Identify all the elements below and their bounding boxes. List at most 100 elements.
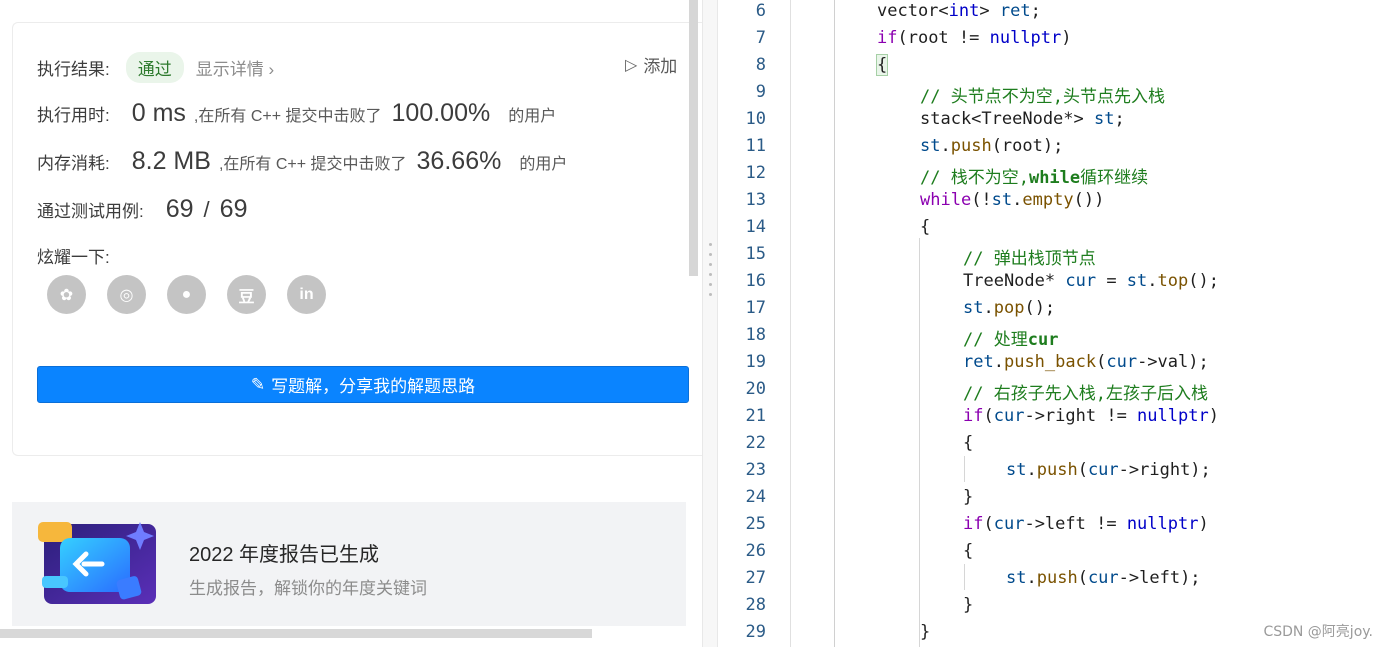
line-number: 27	[745, 568, 766, 588]
code-line: }	[963, 595, 974, 615]
code-line: st.push(cur->left);	[1006, 568, 1201, 588]
memory-value: 8.2 MB	[131, 147, 211, 175]
add-note-label: 添加	[643, 57, 678, 76]
line-number: 6	[755, 1, 766, 21]
code-line: vector<int> ret;	[877, 1, 1041, 21]
tests-passed: 69	[165, 195, 194, 223]
line-number: 14	[745, 217, 766, 237]
annual-report-card[interactable]: 2022 年度报告已生成 生成报告，解锁你的年度关键词	[12, 502, 686, 626]
line-number: 20	[745, 379, 766, 399]
code-line: st.push(cur->right);	[1006, 460, 1211, 480]
code-line: st.push(root);	[920, 136, 1064, 156]
submission-result-panel: 执行结果: 通过 显示详情 › ▷ 添加 执行用时: 0 ms ,在所有 C++…	[0, 0, 702, 647]
code-line: }	[920, 622, 931, 642]
line-number: 19	[745, 352, 766, 372]
tests-label: 通过测试用例:	[37, 202, 144, 221]
drag-handle-icon	[709, 243, 712, 296]
line-number: 18	[745, 325, 766, 345]
tests-row: 通过测试用例: 69 / 69	[37, 195, 257, 224]
memory-percent: 36.66%	[416, 147, 502, 175]
code-line: if(cur->right != nullptr)	[963, 406, 1219, 426]
code-line: while(!st.empty())	[920, 190, 1105, 210]
code-line: // 栈不为空,while循环继续	[920, 168, 1149, 188]
line-number: 22	[745, 433, 766, 453]
add-note-button[interactable]: ▷ 添加	[625, 52, 677, 77]
line-number: 10	[745, 109, 766, 129]
line-number: 9	[755, 82, 766, 102]
result-row: 执行结果: 通过 显示详情 ›	[37, 52, 274, 83]
code-line: // 弹出栈顶节点	[963, 249, 1096, 269]
line-number: 23	[745, 460, 766, 480]
write-solution-label: 写题解，分享我的解题思路	[271, 377, 476, 396]
line-number-gutter: 6 7 8 9 10 11 12 13 14 15 16 17 18 19 20…	[718, 0, 791, 647]
line-number: 12	[745, 163, 766, 183]
code-line: if(root != nullptr)	[877, 28, 1072, 48]
indent-guide	[964, 564, 965, 590]
line-number: 29	[745, 622, 766, 642]
csdn-watermark: CSDN @阿亮joy.	[1263, 624, 1373, 640]
memory-tail: 的用户	[519, 156, 568, 173]
tests-separator: /	[203, 197, 210, 222]
runtime-beat-text: ,在所有 C++ 提交中击败了	[193, 108, 382, 125]
code-line: if(cur->left != nullptr)	[963, 514, 1209, 534]
vertical-scrollbar[interactable]	[689, 0, 698, 276]
indent-guide	[964, 456, 965, 482]
code-line: {	[963, 433, 974, 453]
code-line: stack<TreeNode*> st;	[920, 109, 1125, 129]
line-number: 25	[745, 514, 766, 534]
line-number: 17	[745, 298, 766, 318]
indent-guide	[919, 238, 920, 647]
line-number: 16	[745, 271, 766, 291]
report-subtitle: 生成报告，解锁你的年度关键词	[189, 579, 427, 598]
line-number: 28	[745, 595, 766, 615]
pencil-icon: ✎	[250, 374, 266, 394]
memory-row: 内存消耗: 8.2 MB ,在所有 C++ 提交中击败了 36.66% 的用户	[37, 147, 567, 176]
line-number: 13	[745, 190, 766, 210]
runtime-row: 执行用时: 0 ms ,在所有 C++ 提交中击败了 100.00% 的用户	[37, 99, 556, 128]
flag-icon: ▷	[625, 56, 638, 74]
code-line: {	[875, 54, 889, 76]
code-line: st.pop();	[963, 298, 1056, 318]
share-icons: ✿ ◎ ● 豆 in	[47, 275, 326, 314]
line-number: 24	[745, 487, 766, 507]
code-line: {	[963, 541, 974, 561]
share-label: 炫耀一下:	[37, 248, 110, 267]
status-badge: 通过	[125, 52, 184, 83]
line-number: 7	[755, 28, 766, 48]
runtime-percent: 100.00%	[391, 99, 491, 127]
code-line: // 右孩子先入栈,左孩子后入栈	[963, 384, 1208, 404]
qq-icon[interactable]: ●	[167, 275, 206, 314]
code-line: // 头节点不为空,头节点先入栈	[920, 87, 1165, 107]
show-details-link[interactable]: 显示详情 ›	[196, 55, 274, 80]
result-card: 执行结果: 通过 显示详情 › ▷ 添加 执行用时: 0 ms ,在所有 C++…	[12, 22, 702, 456]
code-line: }	[963, 487, 974, 507]
line-number: 26	[745, 541, 766, 561]
code-line: {	[920, 217, 931, 237]
tests-total: 69	[219, 195, 248, 223]
wechat-icon[interactable]: ✿	[47, 275, 86, 314]
code-line: // 处理cur	[963, 330, 1059, 350]
code-editor[interactable]: 6 7 8 9 10 11 12 13 14 15 16 17 18 19 20…	[718, 0, 1387, 647]
line-number: 11	[745, 136, 766, 156]
code-line: TreeNode* cur = st.top();	[963, 271, 1219, 291]
horizontal-scrollbar[interactable]	[0, 629, 592, 638]
indent-guide	[834, 0, 835, 647]
annual-report-illustration	[38, 522, 156, 604]
line-number: 15	[745, 244, 766, 264]
weibo-icon[interactable]: ◎	[107, 275, 146, 314]
runtime-value: 0 ms	[131, 99, 186, 127]
write-solution-button[interactable]: ✎ 写题解，分享我的解题思路	[37, 366, 689, 403]
line-number: 8	[755, 55, 766, 75]
share-label-row: 炫耀一下:	[37, 243, 110, 268]
runtime-tail: 的用户	[508, 108, 557, 125]
runtime-label: 执行用时:	[37, 106, 110, 125]
douban-icon[interactable]: 豆	[227, 275, 266, 314]
memory-beat-text: ,在所有 C++ 提交中击败了	[218, 156, 407, 173]
line-number: 21	[745, 406, 766, 426]
pane-resize-handle[interactable]	[702, 0, 718, 647]
result-label: 执行结果:	[37, 60, 110, 79]
report-title: 2022 年度报告已生成	[189, 544, 380, 566]
code-line: ret.push_back(cur->val);	[963, 352, 1209, 372]
linkedin-icon[interactable]: in	[287, 275, 326, 314]
memory-label: 内存消耗:	[37, 154, 110, 173]
